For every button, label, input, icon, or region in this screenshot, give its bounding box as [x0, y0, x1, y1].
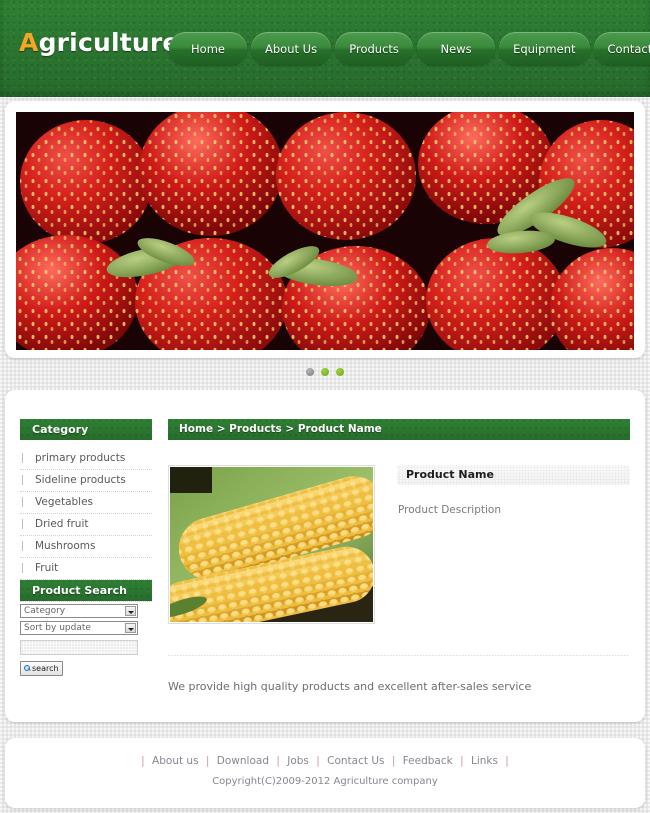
sidebar-item-primary-products[interactable]: primary products	[20, 448, 152, 470]
chevron-down-icon	[125, 623, 136, 633]
nav-item-products[interactable]: Products	[335, 32, 414, 65]
product-description: Product Description	[398, 504, 502, 516]
sidebar-category: Category primary products Sideline produ…	[20, 419, 152, 602]
sidebar-item-mushrooms[interactable]: Mushrooms	[20, 536, 152, 558]
category-panel-title: Category	[20, 419, 152, 440]
nav-item-contact-us[interactable]: Contact Us	[593, 32, 650, 65]
footer-separator: |	[391, 755, 396, 767]
footer-link-links[interactable]: Links	[471, 755, 498, 767]
sort-select[interactable]: Sort by update	[20, 621, 138, 635]
footer-separator: |	[141, 755, 145, 767]
product-content: Home > Products > Product Name Product N…	[168, 419, 630, 693]
sort-select-value: Sort by update	[24, 623, 91, 633]
copyright-text: Copyright(C)2009-2012 Agriculture compan…	[212, 776, 438, 787]
search-keyword-input[interactable]	[20, 639, 138, 655]
footer-link-about-us[interactable]: About us	[152, 755, 199, 767]
product-image-corn[interactable]	[168, 465, 375, 624]
page-root: Agriculture Home About Us Products News …	[0, 0, 650, 813]
product-search-title: Product Search	[20, 580, 152, 601]
slider-dot-3[interactable]	[336, 368, 344, 376]
breadcrumb[interactable]: Home > Products > Product Name	[168, 419, 630, 440]
footer-link-download[interactable]: Download	[217, 755, 269, 767]
sidebar-item-fruit[interactable]: Fruit	[20, 558, 152, 580]
nav-item-about-us[interactable]: About Us	[251, 32, 332, 65]
search-button[interactable]: search	[20, 660, 63, 676]
product-detail-row: Product Name Product Description	[168, 465, 630, 624]
slider-dots	[0, 368, 650, 376]
sidebar-product-search: Product Search Category Sort by update s…	[20, 580, 152, 676]
sidebar-item-vegetables[interactable]: Vegetables	[20, 492, 152, 514]
search-button-label: search	[32, 663, 59, 673]
product-info: Product Name Product Description	[397, 465, 630, 624]
main-content-card: Category primary products Sideline produ…	[5, 390, 645, 722]
sidebar-item-dried-fruit[interactable]: Dried fruit	[20, 514, 152, 536]
category-select-value: Category	[24, 606, 66, 616]
logo-first-letter: A	[19, 28, 39, 57]
logo-rest: griculture	[38, 28, 180, 57]
chevron-down-icon	[125, 606, 136, 616]
search-icon	[24, 664, 31, 672]
nav-item-home[interactable]: Home	[169, 32, 247, 65]
product-name: Product Name	[397, 465, 630, 485]
site-header: Agriculture Home About Us Products News …	[0, 0, 650, 97]
footer-separator: |	[460, 755, 464, 767]
product-tagline: We provide high quality products and exc…	[168, 680, 532, 693]
main-navigation: Home About Us Products News Equipment Co…	[169, 32, 650, 65]
footer-card: | About us | Download | Jobs | Contact U…	[5, 738, 645, 808]
slider-dot-1[interactable]	[306, 368, 314, 376]
nav-item-news[interactable]: News	[417, 32, 496, 65]
slider-card	[5, 101, 645, 358]
footer-separator: |	[316, 755, 320, 767]
footer-separator: |	[205, 755, 210, 767]
slider-dot-2[interactable]	[321, 368, 329, 376]
footer-links: | About us | Download | Jobs | Contact U…	[5, 738, 645, 767]
site-logo[interactable]: Agriculture	[19, 30, 180, 55]
content-divider	[168, 655, 630, 656]
footer-link-jobs[interactable]: Jobs	[287, 755, 309, 767]
sidebar-item-sideline-products[interactable]: Sideline products	[20, 470, 152, 492]
footer-separator: |	[505, 755, 509, 767]
footer-link-contact-us[interactable]: Contact Us	[327, 755, 384, 767]
hero-image-strawberries	[16, 112, 634, 350]
footer-separator: |	[276, 755, 280, 767]
nav-item-equipment[interactable]: Equipment	[499, 32, 590, 65]
category-list: primary products Sideline products Veget…	[20, 448, 152, 602]
footer-link-feedback[interactable]: Feedback	[403, 755, 453, 767]
category-select[interactable]: Category	[20, 604, 138, 618]
